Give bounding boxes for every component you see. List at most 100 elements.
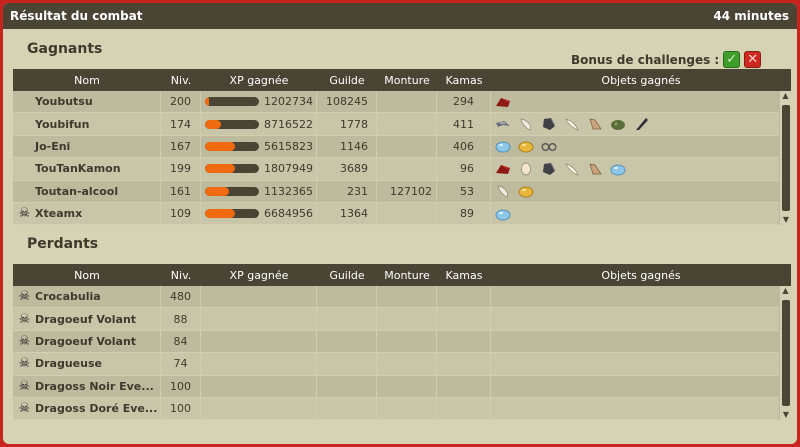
challenge-failed-icon[interactable]: ✕ xyxy=(744,51,762,68)
xp-cell: 1202734 xyxy=(201,91,317,113)
scroll-up-icon[interactable]: ▲ xyxy=(780,286,791,296)
scroll-up-icon[interactable]: ▲ xyxy=(780,91,791,101)
kamas-value: 89 xyxy=(460,207,474,221)
monster-name: Dragueuse xyxy=(35,357,102,371)
guild-cell xyxy=(317,330,377,353)
challenge-success-icon[interactable]: ✓ xyxy=(723,51,741,68)
mount-cell xyxy=(377,135,437,158)
name-cell: Toutan-alcool xyxy=(13,180,161,202)
gold-egg-item-icon[interactable] xyxy=(518,139,534,153)
blue-egg-item-icon[interactable] xyxy=(495,207,511,221)
col-items[interactable]: Objets gagnés xyxy=(491,74,791,87)
scroll-down-icon[interactable]: ▼ xyxy=(780,410,791,420)
mount-cell xyxy=(377,286,437,308)
col-name[interactable]: Nom xyxy=(13,74,161,87)
xp-progress-fill xyxy=(205,141,235,151)
loser-row[interactable]: ☠ Dragoeuf Volant 88 xyxy=(13,308,791,331)
col-items[interactable]: Objets gagnés xyxy=(491,269,791,282)
loser-row[interactable]: ☠ Dragoss Doré Eve... 100 xyxy=(13,397,791,420)
kamas-cell: 294 xyxy=(437,91,491,113)
level-value: 100 xyxy=(170,402,191,416)
egg-item-icon[interactable] xyxy=(518,162,534,176)
red-cloak-item-icon[interactable] xyxy=(495,95,511,109)
col-guild[interactable]: Guilde xyxy=(317,74,377,87)
items-cell xyxy=(491,286,791,307)
items-cell xyxy=(491,91,791,112)
xp-cell xyxy=(201,308,317,330)
challenge-bonus-label: Bonus de challenges : xyxy=(571,52,720,67)
red-cloak-item-icon[interactable] xyxy=(495,162,511,176)
kamas-value: 96 xyxy=(460,162,474,176)
loser-row[interactable]: ☠ Crocabulia 480 xyxy=(13,286,791,309)
guild-cell: 108245 xyxy=(317,91,377,113)
guild-cell xyxy=(317,353,377,375)
feather-item-icon[interactable] xyxy=(495,184,511,198)
xp-value: 6684956 xyxy=(264,207,313,221)
scroll-thumb[interactable] xyxy=(782,300,790,406)
wing-item-icon[interactable] xyxy=(495,117,511,131)
name-cell: ☠ Dragoss Noir Eve... xyxy=(13,375,161,397)
level-cell: 480 xyxy=(161,286,201,308)
feather-item-icon[interactable] xyxy=(518,117,534,131)
col-xp[interactable]: XP gagnée xyxy=(201,269,317,282)
kamas-cell xyxy=(437,308,491,330)
winner-row[interactable]: Youbutsu 200 1202734 108245 294 xyxy=(13,91,791,114)
xp-cell xyxy=(201,397,317,420)
mount-xp-value: 127102 xyxy=(390,184,432,198)
level-cell: 100 xyxy=(161,397,201,420)
losers-scrollbar[interactable]: ▲ ▼ xyxy=(779,286,791,420)
player-name: Youbutsu xyxy=(35,95,93,109)
tusk-item-icon[interactable] xyxy=(564,117,580,131)
gold-egg-item-icon[interactable] xyxy=(518,184,534,198)
col-level[interactable]: Niv. xyxy=(161,269,201,282)
col-xp[interactable]: XP gagnée xyxy=(201,74,317,87)
col-level[interactable]: Niv. xyxy=(161,74,201,87)
name-cell: Jo-Eni xyxy=(13,135,161,158)
dark-blade-item-icon[interactable] xyxy=(633,117,649,131)
level-value: 167 xyxy=(170,139,191,153)
xp-progress-fill xyxy=(205,119,222,129)
player-name: Youbifun xyxy=(35,117,90,131)
blue-egg-item-icon[interactable] xyxy=(610,162,626,176)
dark-cloth-item-icon[interactable] xyxy=(541,117,557,131)
level-value: 199 xyxy=(170,162,191,176)
tusk-item-icon[interactable] xyxy=(564,162,580,176)
winners-heading: Gagnants xyxy=(27,41,103,57)
winner-row[interactable]: TouTanKamon 199 1807949 3689 96 xyxy=(13,158,791,181)
col-mount[interactable]: Monture xyxy=(377,269,437,282)
kamas-value: 411 xyxy=(453,117,474,131)
skull-icon: ☠ xyxy=(18,289,31,305)
loser-row[interactable]: ☠ Dragoss Noir Eve... 100 xyxy=(13,375,791,398)
col-kamas[interactable]: Kamas xyxy=(437,269,491,282)
xp-progress-bar xyxy=(205,209,259,219)
horn-item-icon[interactable] xyxy=(587,117,603,131)
loser-row[interactable]: ☠ Dragoeuf Volant 84 xyxy=(13,330,791,354)
xp-progress-bar xyxy=(205,141,259,151)
level-cell: 84 xyxy=(161,330,201,353)
monster-name: Dragoeuf Volant xyxy=(35,312,137,326)
winner-row[interactable]: Jo-Eni 167 5615823 1146 406 xyxy=(13,135,791,159)
winner-row[interactable]: Youbifun 174 8716522 1778 411 xyxy=(13,113,791,136)
scroll-down-icon[interactable]: ▼ xyxy=(780,215,791,225)
skull-icon: ☠ xyxy=(18,311,31,327)
mount-cell xyxy=(377,397,437,420)
guild-cell: 231 xyxy=(317,180,377,202)
winner-row[interactable]: Toutan-alcool 161 1132365 231 127102 53 xyxy=(13,180,791,203)
col-guild[interactable]: Guilde xyxy=(317,269,377,282)
loser-row[interactable]: ☠ Dragueuse 74 xyxy=(13,353,791,376)
col-mount[interactable]: Monture xyxy=(377,74,437,87)
col-kamas[interactable]: Kamas xyxy=(437,74,491,87)
dark-cloth-item-icon[interactable] xyxy=(541,162,557,176)
name-cell: ☠ Xteamx xyxy=(13,202,161,225)
scroll-thumb[interactable] xyxy=(782,105,790,211)
glasses-item-icon[interactable] xyxy=(541,139,557,153)
horn-item-icon[interactable] xyxy=(587,162,603,176)
xp-progress-bar xyxy=(205,186,259,196)
winners-scrollbar[interactable]: ▲ ▼ xyxy=(779,91,791,225)
winner-row[interactable]: ☠ Xteamx 109 6684956 1364 89 xyxy=(13,202,791,225)
level-value: 174 xyxy=(170,117,191,131)
blue-egg-item-icon[interactable] xyxy=(495,139,511,153)
green-shell-item-icon[interactable] xyxy=(610,117,626,131)
col-name[interactable]: Nom xyxy=(13,269,161,282)
level-value: 161 xyxy=(170,184,191,198)
